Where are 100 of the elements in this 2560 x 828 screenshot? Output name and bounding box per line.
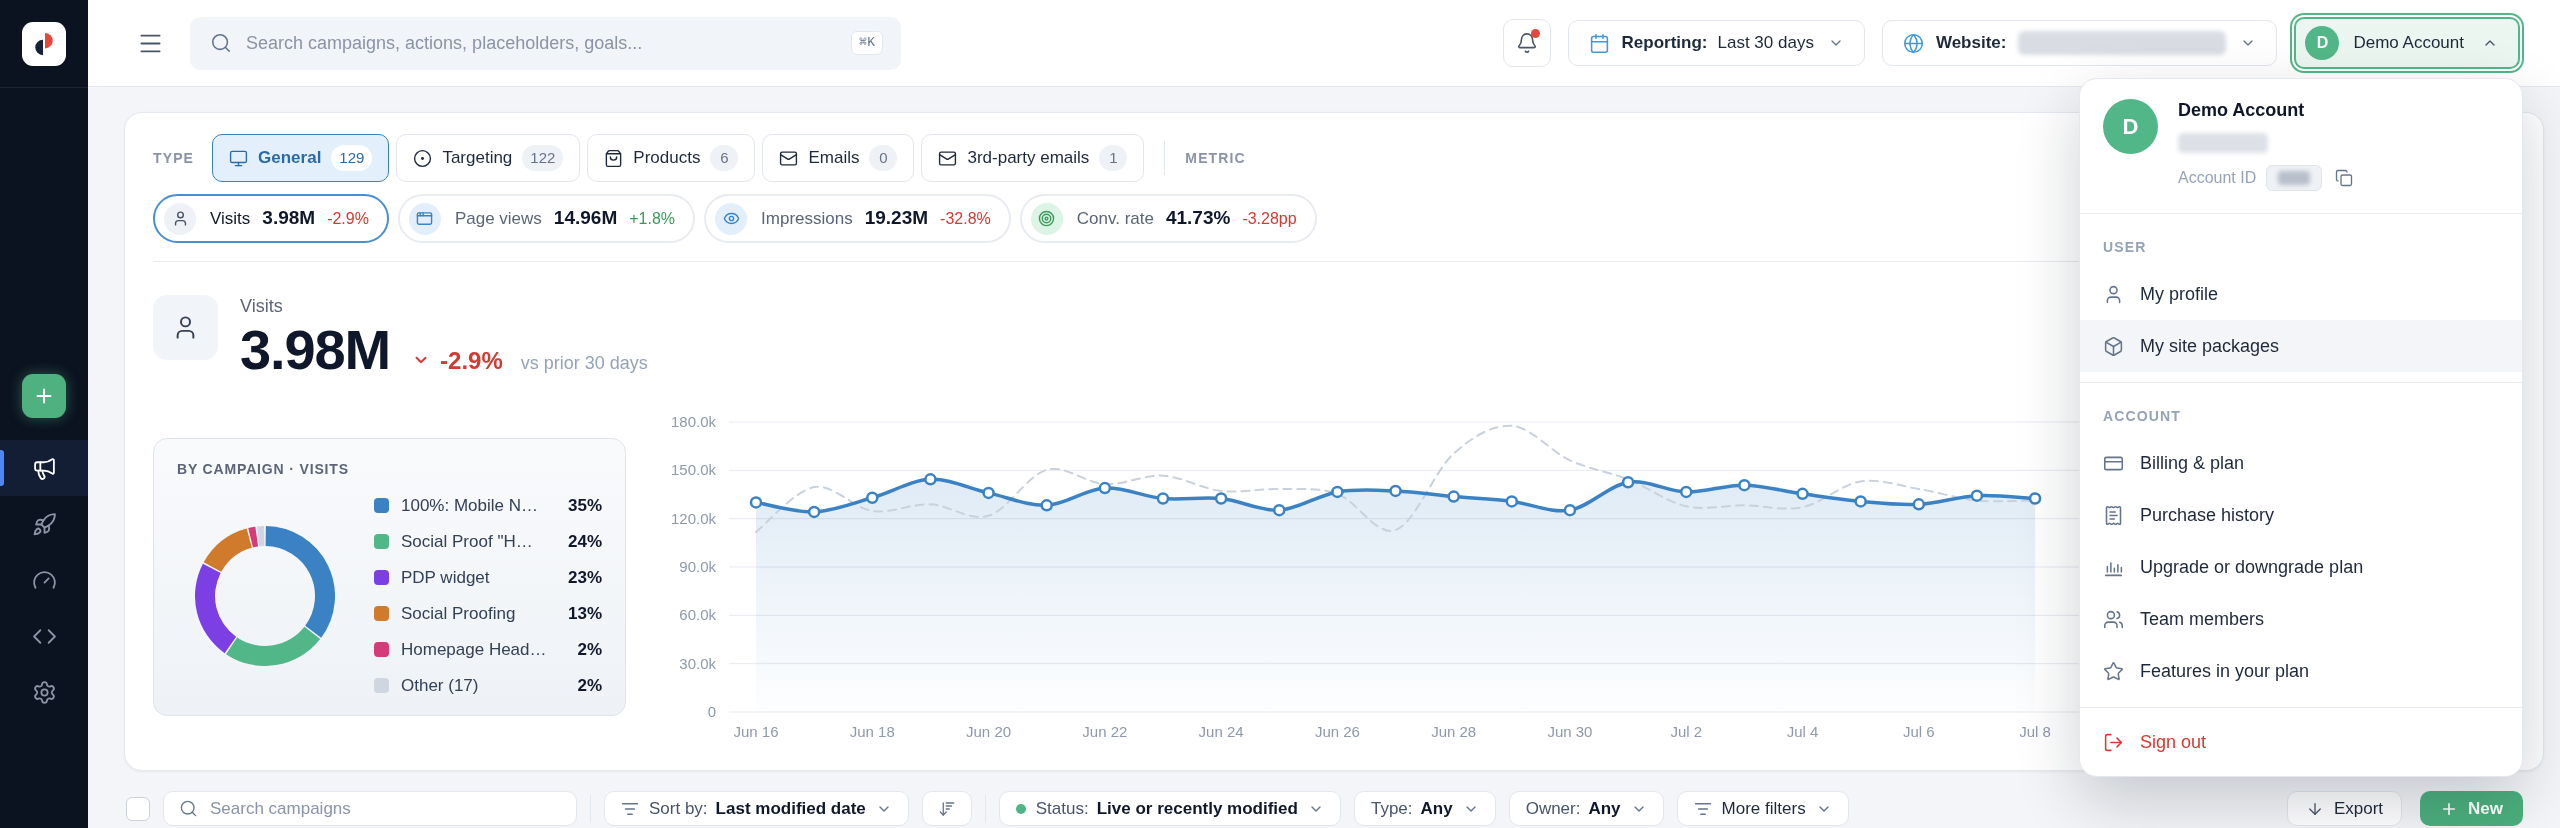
star-icon [2103,660,2124,682]
bell-icon [1515,32,1538,54]
axis-label: Jun 28 [1431,723,1477,740]
sort-direction-button[interactable] [921,791,972,826]
legend-value: 35% [567,494,602,517]
menu-item[interactable]: Billing & plan [2080,437,2522,489]
export-button[interactable]: Export [2286,791,2403,826]
envelope-icon [938,148,958,168]
axis-label: Jul 2 [1670,723,1703,740]
type-tab[interactable]: General 129 [212,134,390,182]
shopping-bag-icon [604,148,624,168]
create-button[interactable] [22,374,66,418]
summary-label: Visits [240,295,284,317]
filter-dropdown[interactable]: More filters [1676,791,1849,826]
menu-item[interactable]: Upgrade or downgrade plan [2080,541,2522,593]
comparison-text: vs prior 30 days [520,352,648,375]
legend-label: 100%: Mobile N… [401,494,539,517]
copy-button[interactable] [2334,168,2355,188]
sign-out-button[interactable]: Sign out [2080,716,2522,768]
axis-label: Jun 26 [1314,723,1360,740]
monitor-icon [229,148,249,168]
axis-label: Jun 18 [849,723,895,740]
data-point [807,505,821,519]
person-icon [164,202,196,235]
legend-label: Social Proofing [401,602,517,625]
data-point [1214,492,1228,505]
legend-label: PDP widget [401,566,491,589]
axis-label: 180.0k [670,413,716,430]
type-tab[interactable]: Products 6 [587,134,756,182]
tab-count: 122 [522,145,564,171]
data-point [1273,503,1286,517]
type-tab[interactable]: Targeting 122 [396,134,581,182]
metric-chip[interactable]: Page views 14.96M +1.8% [397,194,696,243]
section-heading: ACCOUNT [2102,407,2182,425]
legend-label: Homepage Head… [401,638,548,661]
axis-label: 0 [707,703,716,720]
data-point [1156,492,1170,505]
axis-label: Jun 30 [1547,723,1593,740]
axis-label: Jun 16 [733,723,779,740]
legend-value: 23% [567,566,602,589]
data-point [1912,498,1926,511]
shortcut-key: ⌘K [851,30,883,55]
sidebar-nav-item[interactable] [0,440,88,496]
data-point [749,496,763,509]
campaign-search-field[interactable]: Search campaigns [163,791,577,826]
metric-chip[interactable]: Conv. rate 41.73% -3.28pp [1019,194,1317,243]
tab-count: 6 [710,145,739,171]
search-icon [210,31,232,54]
axis-label: Jun 24 [1198,723,1244,740]
axis-label: 150.0k [670,461,716,479]
notifications-button[interactable] [1502,19,1551,67]
type-tab[interactable]: Emails 0 [762,134,915,182]
reporting-dropdown[interactable]: Reporting: Last 30 days [1567,20,1865,66]
data-point [1621,476,1635,489]
menu-item[interactable]: My profile [2080,268,2522,320]
metric-chip[interactable]: Visits 3.98M -2.9% [153,194,389,243]
legend-value: 2% [577,638,602,661]
data-point [1040,499,1053,512]
search-icon [179,799,198,818]
menu-item[interactable]: Team members [2080,593,2522,645]
browser-window-icon [408,202,441,235]
menu-item[interactable]: My site packages [2080,320,2522,372]
data-point [2028,492,2042,505]
tab-count: 1 [1099,145,1128,171]
sort-dropdown[interactable]: Sort by: Last modified date [604,791,909,826]
settings-icon [31,679,57,705]
sign-out-icon [2103,731,2124,753]
person-icon [153,295,218,360]
filter-dropdown[interactable]: Owner: Any [1508,791,1664,826]
axis-label: 60.0k [679,606,716,624]
filter-dropdown[interactable]: Status: Live or recently modified [998,791,1341,826]
section-heading: USER [2102,238,2148,256]
sort-icon [937,799,956,818]
axis-label: Jul 6 [1902,723,1935,740]
people-icon [2103,608,2124,630]
envelope-icon [779,148,799,168]
data-point [982,486,995,500]
metric-chip[interactable]: Impressions 19.23M -32.8% [704,194,1011,243]
website-dropdown[interactable]: Website: [1881,20,2278,66]
axis-label: 120.0k [670,509,716,527]
data-point [1680,485,1693,499]
menu-item[interactable]: Purchase history [2080,489,2522,541]
type-tab[interactable]: 3rd-party emails 1 [921,134,1145,182]
data-point [1563,503,1577,517]
axis-label: 90.0k [679,558,716,575]
target-icon [413,148,433,168]
menu-item[interactable]: Features in your plan [2080,645,2522,697]
globe-icon [1902,32,1924,54]
megaphone-icon [31,455,57,481]
data-point [866,491,879,504]
legend-label: Other (17) [401,674,480,697]
cube-icon [2103,335,2124,357]
logo-icon[interactable] [22,21,66,66]
data-point [1389,484,1402,498]
breakdown-title: BY CAMPAIGN · VISITS [177,459,350,479]
filter-dropdown[interactable]: Type: Any [1353,791,1496,826]
redacted-id-chip [2266,165,2323,191]
legend-value: 13% [567,602,602,625]
select-all-checkbox[interactable] [126,796,150,821]
tab-count: 0 [869,145,898,171]
